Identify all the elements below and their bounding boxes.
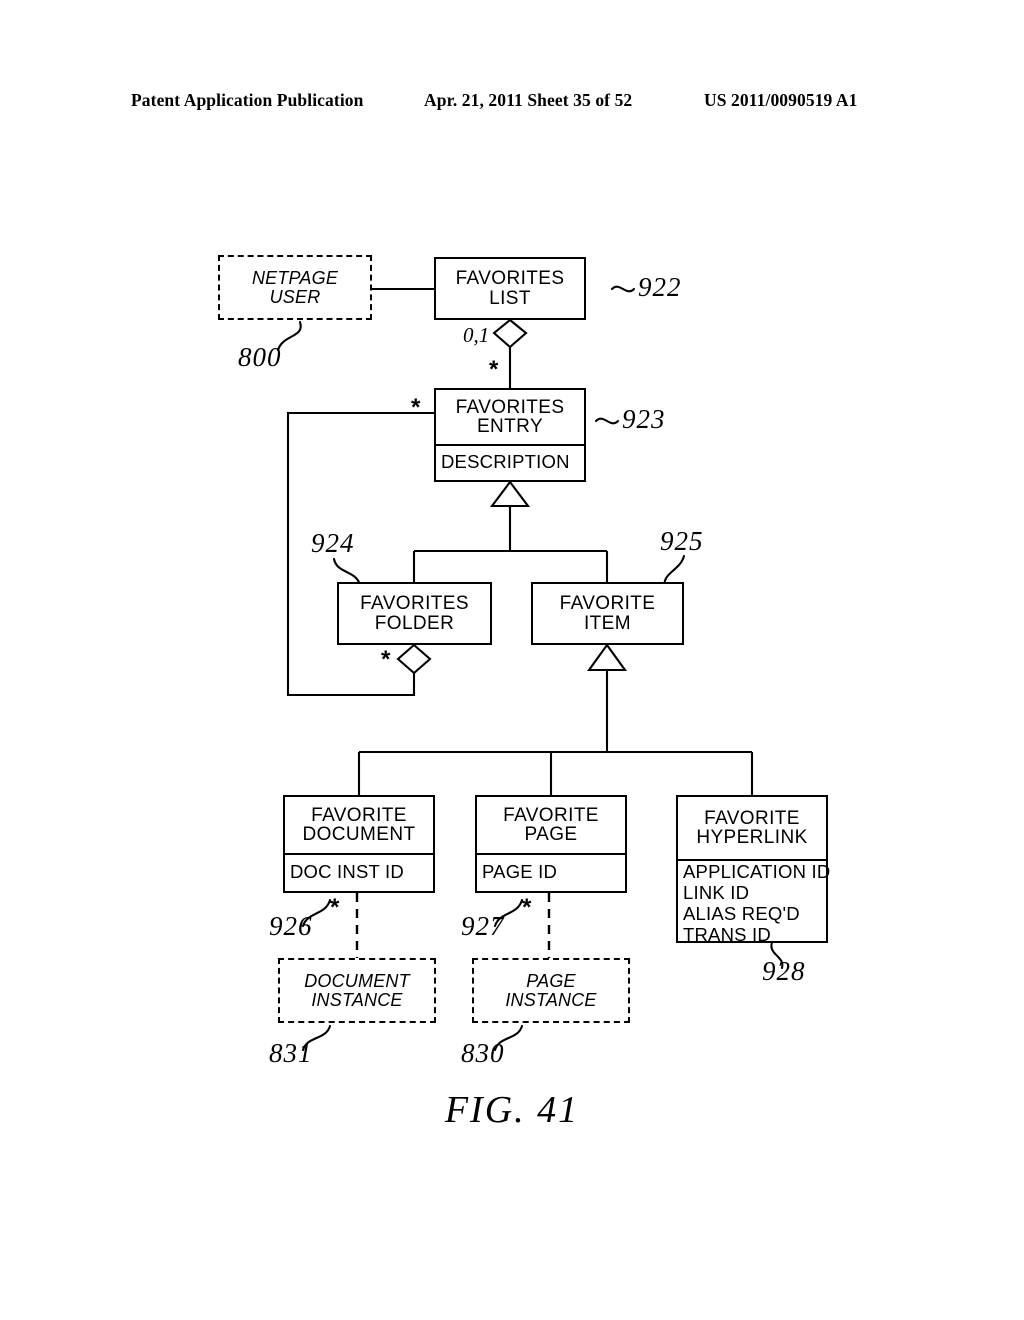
- class-page-instance-title: PAGE INSTANCE: [505, 971, 597, 1010]
- class-favorite-page-title: FAVORITE PAGE: [503, 804, 599, 845]
- multiplicity-page-instance: *: [522, 894, 532, 921]
- class-favorite-document[interactable]: FAVORITE DOCUMENT DOC INST ID: [283, 795, 435, 893]
- class-netpage-user-title: NETPAGE USER: [251, 268, 339, 307]
- class-favorites-entry[interactable]: FAVORITES ENTRY DESCRIPTION: [434, 388, 586, 482]
- class-favorite-hyperlink-attributes: APPLICATION ID LINK ID ALIAS REQ'D TRANS…: [678, 859, 830, 948]
- ref-numeral-830: 830: [461, 1038, 505, 1068]
- multiplicity-document-instance: *: [330, 894, 340, 921]
- aggregation-diamond-list: [492, 318, 528, 349]
- class-favorites-folder-title: FAVORITES FOLDER: [360, 593, 469, 634]
- class-document-instance-title: DOCUMENT INSTANCE: [304, 971, 410, 1010]
- ref-numeral-800: 800: [238, 342, 282, 372]
- ref-numeral-924: 924: [311, 528, 355, 558]
- class-favorites-folder[interactable]: FAVORITES FOLDER: [337, 582, 492, 645]
- ref-numeral-922: 922: [638, 272, 682, 302]
- class-favorite-hyperlink[interactable]: FAVORITE HYPERLINK APPLICATION ID LINK I…: [676, 795, 830, 945]
- ref-numeral-926: 926: [269, 911, 313, 941]
- ref-numeral-928: 928: [762, 956, 806, 986]
- uml-class-diagram: NETPAGE USER FAVORITES LIST FAVORITES EN…: [0, 0, 1024, 1320]
- class-favorites-list-title: FAVORITES LIST: [455, 268, 565, 309]
- class-favorites-entry-title: FAVORITES ENTRY: [455, 396, 565, 437]
- class-page-instance[interactable]: PAGE INSTANCE: [472, 958, 630, 1023]
- aggregation-diamond-folder: [396, 643, 432, 675]
- leader-923: [594, 417, 620, 425]
- ref-numeral-925: 925: [660, 526, 704, 556]
- leader-922: [610, 285, 636, 293]
- class-netpage-user[interactable]: NETPAGE USER: [218, 255, 372, 320]
- class-favorites-entry-attributes: DESCRIPTION: [436, 444, 584, 480]
- class-favorite-item[interactable]: FAVORITE ITEM: [531, 582, 684, 645]
- class-favorite-page-attributes: PAGE ID: [477, 853, 625, 891]
- ref-numeral-923: 923: [622, 404, 666, 434]
- class-favorite-item-title: FAVORITE ITEM: [559, 593, 656, 634]
- class-favorites-list[interactable]: FAVORITES LIST: [434, 257, 586, 320]
- multiplicity-list-aggregation: 0,1: [463, 323, 490, 347]
- multiplicity-folder-contains-entry: *: [411, 394, 421, 421]
- class-document-instance[interactable]: DOCUMENT INSTANCE: [278, 958, 436, 1023]
- ref-numeral-831: 831: [269, 1038, 313, 1068]
- multiplicity-entry-many: *: [489, 356, 499, 383]
- class-favorite-hyperlink-title: FAVORITE HYPERLINK: [696, 807, 808, 848]
- class-favorite-document-attributes: DOC INST ID: [285, 853, 433, 891]
- class-favorite-page[interactable]: FAVORITE PAGE PAGE ID: [475, 795, 627, 893]
- figure-caption: FIG. 41: [444, 1089, 580, 1131]
- generalization-triangle-entry: [489, 480, 531, 508]
- ref-numeral-927: 927: [461, 911, 505, 941]
- class-favorite-document-title: FAVORITE DOCUMENT: [302, 804, 416, 845]
- generalization-triangle-item: [586, 643, 628, 672]
- multiplicity-folder-aggregation: *: [381, 646, 391, 673]
- edge-folder-contains-entry: [286, 411, 434, 697]
